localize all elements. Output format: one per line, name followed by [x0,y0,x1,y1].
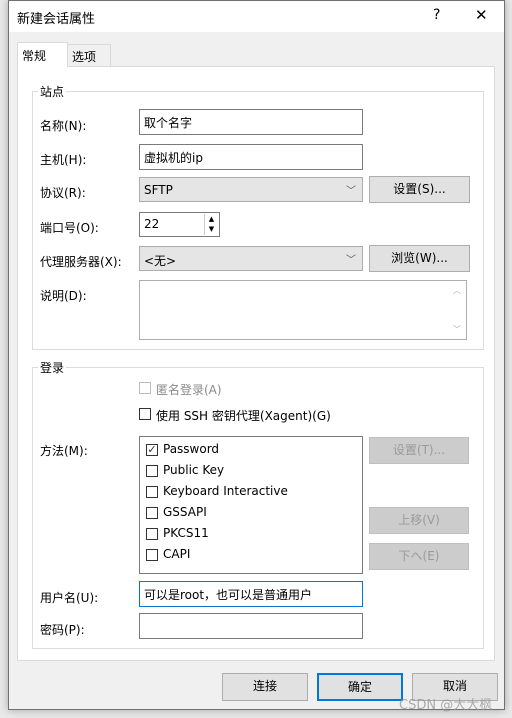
password-label: 密码(P): [40,623,85,637]
method-checkbox[interactable] [146,528,158,540]
port-spinner[interactable]: ▲ ▼ [204,214,218,235]
username-label: 用户名(U): [40,591,99,605]
name-label: 名称(N): [40,119,87,133]
spin-up-icon[interactable]: ▲ [205,214,218,224]
description-textarea[interactable] [139,280,467,340]
watermark: CSDN @大大枫 [399,698,493,713]
password-input[interactable] [139,613,363,639]
tab-options[interactable]: 选项 [67,44,111,66]
host-label: 主机(H): [40,153,87,167]
ssh-agent-checkbox[interactable] [139,408,151,420]
general-panel: 站点 名称(N): 取个名字 主机(H): 虚拟机的ip 协议(R): SFTP… [17,66,495,661]
ssh-agent-label: 使用 SSH 密钥代理(Xagent)(G) [156,409,331,423]
protocol-label: 协议(R): [40,186,86,200]
method-label: GSSAPI [163,505,207,519]
proxy-label: 代理服务器(X): [40,255,122,269]
help-button[interactable]: ? [433,7,440,23]
method-label: PKCS11 [163,526,209,540]
session-properties-dialog: 新建会话属性 ? ✕ 常规 选项 站点 名称(N): 取个名字 主机(H): 虚… [8,0,505,713]
chevron-down-icon: ﹀ [346,255,356,266]
protocol-settings-button[interactable]: 设置(S)... [369,176,470,203]
method-checkbox[interactable]: ✓ [146,444,158,456]
anonymous-label: 匿名登录(A) [156,383,222,397]
description-scrollbar[interactable]: ︿ ﹀ [449,282,465,338]
tab-general[interactable]: 常规 [17,42,68,67]
title-bar: 新建会话属性 ? ✕ [9,1,504,32]
method-settings-button[interactable]: 设置(T)... [369,437,469,464]
port-label: 端口号(O): [40,221,99,235]
username-input[interactable]: 可以是root，也可以是普通用户 [139,581,363,607]
proxy-browse-button[interactable]: 浏览(W)... [369,245,470,272]
method-label: Public Key [163,463,225,477]
tab-label: 常规 [22,49,47,63]
method-label: Password [163,442,220,456]
method-label: CAPI [163,547,191,561]
proxy-select[interactable]: <无> ﹀ [139,246,363,271]
protocol-select[interactable]: SFTP ﹀ [139,177,363,202]
connect-button[interactable]: 连接 [222,673,308,701]
protocol-value: SFTP [144,183,173,197]
move-up-button[interactable]: 上移(V) [369,507,469,534]
method-checkbox[interactable] [146,465,158,477]
method-checkbox[interactable] [146,549,158,561]
window-title: 新建会话属性 [17,12,96,27]
login-group-label: 登录 [38,359,67,376]
method-label: 方法(M): [40,444,88,458]
name-input[interactable]: 取个名字 [139,109,363,135]
chevron-down-icon: ﹀ [346,186,356,197]
host-input[interactable]: 虚拟机的ip [139,144,363,170]
anonymous-checkbox[interactable] [139,382,151,394]
move-down-button[interactable]: 下へ(E) [369,543,469,570]
description-label: 说明(D): [40,289,87,303]
method-checkbox[interactable] [146,486,158,498]
tab-label: 选项 [72,50,97,64]
site-group-label: 站点 [38,83,67,100]
ok-button[interactable]: 确定 [317,673,403,701]
method-checkbox[interactable] [146,507,158,519]
method-list[interactable]: ✓ Password Public Key Keyboard Interactive G… [139,436,363,574]
proxy-value: <无> [144,254,177,268]
spin-down-icon[interactable]: ▼ [205,224,218,234]
method-label: Keyboard Interactive [163,484,288,498]
close-icon[interactable]: ✕ [475,6,488,24]
